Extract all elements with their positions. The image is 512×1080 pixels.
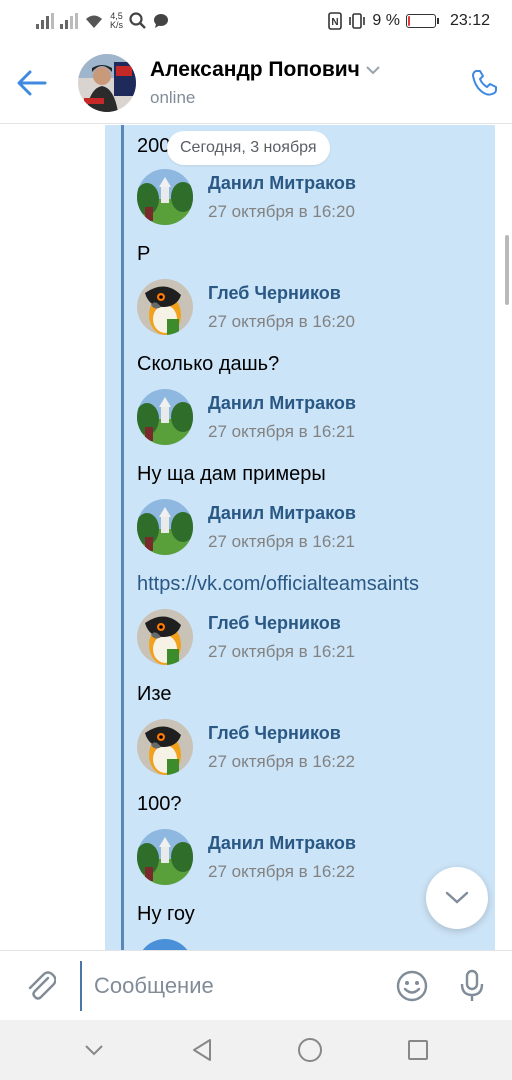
signal-icon xyxy=(36,13,54,29)
nav-collapse-button[interactable] xyxy=(69,1025,119,1075)
message-composer xyxy=(0,950,512,1020)
back-arrow-icon xyxy=(17,70,47,95)
message-sender[interactable]: Данил Митраков 27 октября в 16:20 xyxy=(137,169,356,225)
chat-title[interactable]: Александр Попович xyxy=(150,58,456,82)
user-photo-avatar xyxy=(78,53,136,112)
chevron-down-icon xyxy=(445,891,469,904)
nfc-icon: N xyxy=(328,12,343,30)
signal-icon-2 xyxy=(60,13,78,29)
scrollbar[interactable] xyxy=(505,235,509,305)
sender-name[interactable]: Данил Митраков xyxy=(208,173,356,194)
message-time: 27 октября в 16:20 xyxy=(208,201,355,221)
paperclip-icon xyxy=(28,970,56,1000)
chat-avatar[interactable] xyxy=(78,53,136,112)
message-sender[interactable]: Глеб Черников 27 октября в 16:21 xyxy=(137,609,355,665)
wifi-icon xyxy=(86,15,102,28)
message-sender-partial[interactable] xyxy=(137,939,193,950)
message-text: Р xyxy=(137,243,151,265)
message-time: 27 октября в 16:20 xyxy=(208,311,355,331)
emoji-button[interactable] xyxy=(382,951,442,1021)
avatar[interactable] xyxy=(137,609,193,665)
avatar[interactable] xyxy=(137,389,193,445)
sender-name[interactable]: Глеб Черников xyxy=(208,613,355,634)
partial-avatar-image xyxy=(137,939,193,950)
battery-level xyxy=(407,16,410,26)
message-text: Сколько дашь? xyxy=(137,353,280,375)
nav-home-button[interactable] xyxy=(285,1025,335,1075)
message-sender[interactable]: Глеб Черников 27 октября в 16:22 xyxy=(137,719,355,775)
avatar[interactable] xyxy=(137,829,193,885)
nav-back-icon xyxy=(193,1039,211,1061)
scroll-down-button[interactable] xyxy=(426,867,488,929)
message-sender[interactable]: Глеб Черников 27 октября в 16:20 xyxy=(137,279,355,335)
nav-home-icon xyxy=(298,1038,322,1062)
attach-button[interactable] xyxy=(14,951,68,1021)
nav-recents-button[interactable] xyxy=(393,1025,443,1075)
clock: 23:12 xyxy=(449,12,490,29)
status-bar: 4,5 K/s N 9 % 23:12 xyxy=(0,0,512,42)
vibrate-icon xyxy=(349,13,366,29)
message-time: 27 октября в 16:21 xyxy=(208,421,355,441)
message-text: Ну гоу xyxy=(137,903,195,925)
parrot-avatar-image xyxy=(137,279,193,335)
system-navigation-bar xyxy=(0,1020,512,1080)
message-link[interactable]: https://vk.com/officialteamsaints xyxy=(137,573,419,596)
chat-bubble-icon xyxy=(154,14,169,28)
emoji-icon xyxy=(396,970,428,1001)
chat-title-text: Александр Попович xyxy=(150,57,360,81)
sender-name[interactable]: Глеб Черников xyxy=(208,723,355,744)
back-button[interactable] xyxy=(0,42,64,124)
sender-name[interactable]: Данил Митраков xyxy=(208,393,356,414)
message-sender[interactable]: Данил Митраков 27 октября в 16:21 xyxy=(137,499,356,555)
park-avatar-image xyxy=(137,499,193,555)
forward-indicator-line xyxy=(121,125,124,950)
park-avatar-image xyxy=(137,389,193,445)
message-sender[interactable]: Данил Митраков 27 октября в 16:21 xyxy=(137,389,356,445)
date-badge: Сегодня, 3 ноября xyxy=(167,131,330,165)
message-text: 200 xyxy=(137,135,171,157)
message-text: 100? xyxy=(137,793,182,815)
microphone-icon xyxy=(460,969,484,1001)
avatar[interactable] xyxy=(137,499,193,555)
battery-icon xyxy=(405,14,439,28)
message-text: Изе xyxy=(137,683,172,705)
svg-text:N: N xyxy=(332,17,339,28)
chat-header: Александр Попович online xyxy=(0,42,512,124)
nav-recents-icon xyxy=(408,1040,428,1060)
chevron-down-icon xyxy=(366,65,380,74)
avatar[interactable] xyxy=(137,169,193,225)
sender-name[interactable]: Данил Митраков xyxy=(208,503,356,524)
parrot-avatar-image xyxy=(137,719,193,775)
message-time: 27 октября в 16:21 xyxy=(208,641,355,661)
phone-icon xyxy=(472,69,497,96)
message-time: 27 октября в 16:22 xyxy=(208,751,355,771)
message-time: 27 октября в 16:21 xyxy=(208,531,355,551)
microphone-button[interactable] xyxy=(442,951,502,1021)
search-icon xyxy=(129,12,146,29)
message-input[interactable] xyxy=(80,960,382,1011)
park-avatar-image xyxy=(137,169,193,225)
message-list[interactable]: 200 Данил Митраков 27 октября в 16:20 Р … xyxy=(0,125,512,950)
avatar[interactable] xyxy=(137,719,193,775)
call-button[interactable] xyxy=(456,42,512,124)
sender-name[interactable]: Глеб Черников xyxy=(208,283,355,304)
message-time: 27 октября в 16:22 xyxy=(208,861,355,881)
avatar[interactable] xyxy=(137,279,193,335)
online-status: online xyxy=(150,87,196,107)
battery-percent: 9 % xyxy=(372,12,400,29)
park-avatar-image xyxy=(137,829,193,885)
chevron-down-icon xyxy=(85,1045,103,1056)
message-text: Ну ща дам примеры xyxy=(137,463,326,485)
parrot-avatar-image xyxy=(137,609,193,665)
sender-name[interactable]: Данил Митраков xyxy=(208,833,356,854)
network-speed: 4,5 K/s xyxy=(110,11,124,30)
nav-back-button[interactable] xyxy=(177,1025,227,1075)
message-sender[interactable]: Данил Митраков 27 октября в 16:22 xyxy=(137,829,356,885)
avatar[interactable] xyxy=(137,939,193,950)
